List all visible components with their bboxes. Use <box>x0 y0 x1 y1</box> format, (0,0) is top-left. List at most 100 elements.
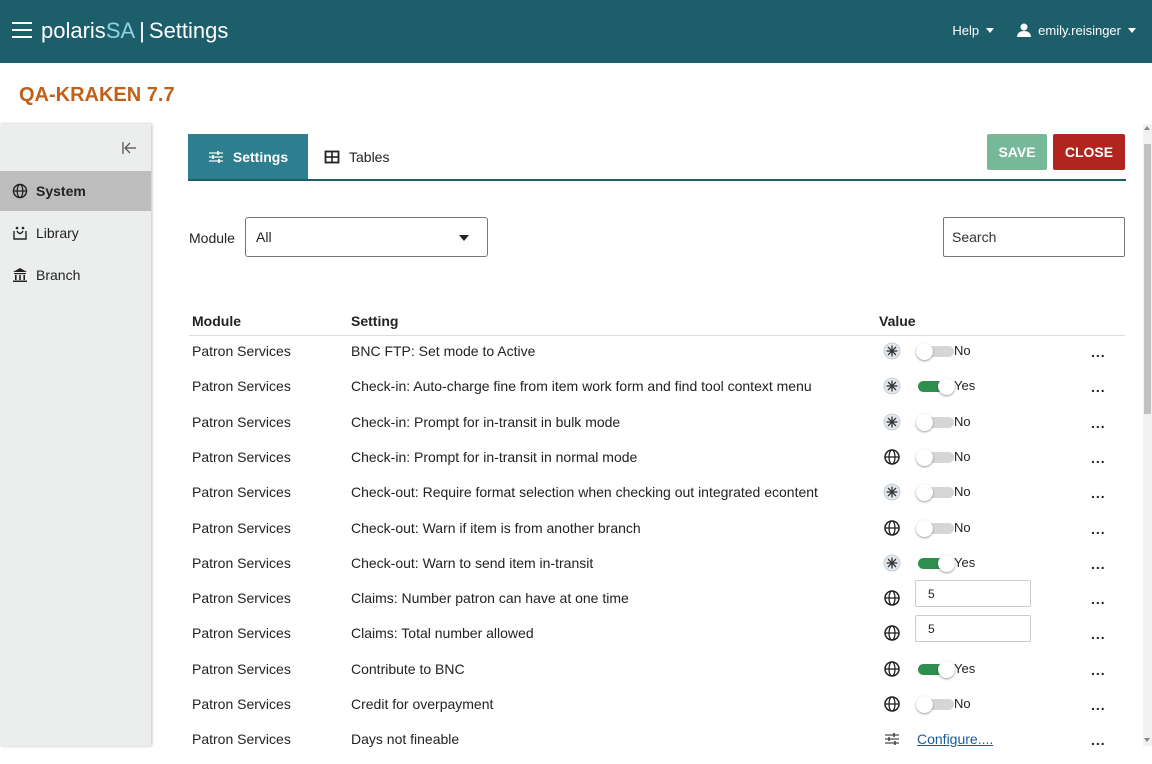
app-brand: polarisSA | Settings <box>41 18 228 44</box>
caret-down-icon <box>1128 27 1136 33</box>
toggle-label: Yes <box>954 378 976 393</box>
sidebar-item-branch[interactable]: Branch <box>0 255 151 295</box>
row-more-options[interactable]: ... <box>1091 450 1106 466</box>
row-more-options[interactable]: ... <box>1091 415 1106 431</box>
row-more-options[interactable]: ... <box>1091 556 1106 572</box>
sidebar-item-label: System <box>36 183 86 199</box>
module-select-value: All <box>256 229 272 245</box>
cell-setting: Contribute to BNC <box>351 661 465 677</box>
row-more-options[interactable]: ... <box>1091 379 1106 395</box>
toggle-label: No <box>954 696 971 711</box>
sliders-icon <box>208 150 223 163</box>
globe-icon <box>883 448 901 466</box>
toggle-knob <box>938 378 955 395</box>
hamburger-menu-icon[interactable] <box>12 22 32 40</box>
cell-setting: Days not fineable <box>351 731 460 747</box>
help-menu[interactable]: Help <box>952 22 995 38</box>
tab-tables[interactable]: Tables <box>324 134 389 179</box>
close-button[interactable]: CLOSE <box>1053 134 1125 170</box>
cell-module: Patron Services <box>192 449 291 465</box>
cell-module: Patron Services <box>192 378 291 394</box>
hub-icon <box>883 483 901 501</box>
library-icon <box>13 226 27 240</box>
globe-icon <box>12 183 28 199</box>
hub-icon <box>883 413 901 431</box>
scrollbar[interactable] <box>1143 124 1152 746</box>
cell-module: Patron Services <box>192 484 291 500</box>
brand-polaris: polaris <box>41 18 106 43</box>
toggle-label: No <box>954 520 971 535</box>
toggle-label: Yes <box>954 555 976 570</box>
scroll-down-arrow-icon[interactable] <box>1144 738 1150 742</box>
module-select[interactable]: All <box>245 217 488 257</box>
module-filter-label: Module <box>189 230 235 246</box>
configure-link[interactable]: Configure.... <box>917 731 993 747</box>
tab-settings[interactable]: Settings <box>188 134 308 179</box>
number-input-value: 5 <box>928 586 935 601</box>
cell-setting: Check-out: Require format selection when… <box>351 484 818 500</box>
cell-module: Patron Services <box>192 696 291 712</box>
cell-module: Patron Services <box>192 414 291 430</box>
toggle-knob <box>938 555 955 572</box>
globe-icon <box>883 695 901 713</box>
user-name: emily.reisinger <box>1038 22 1121 38</box>
column-header-setting: Setting <box>351 313 399 329</box>
sidebar-item-system[interactable]: System <box>0 171 151 211</box>
tab-label: Tables <box>349 148 390 165</box>
number-input-value: 5 <box>928 621 935 636</box>
row-more-options[interactable]: ... <box>1091 344 1106 360</box>
hub-icon <box>883 377 901 395</box>
table-row: Patron Services Check-out: Warn if item i… <box>189 518 1125 553</box>
table-row: Patron Services Check-out: Require format… <box>189 482 1125 517</box>
user-icon <box>1017 23 1032 37</box>
scroll-up-arrow-icon[interactable] <box>1144 126 1150 130</box>
cell-setting: Check-in: Prompt for in-transit in norma… <box>351 449 638 465</box>
globe-icon <box>883 660 901 678</box>
search-input[interactable] <box>943 217 1125 257</box>
cell-module: Patron Services <box>192 555 291 571</box>
setting-number-input[interactable]: 5 <box>915 580 1031 607</box>
help-label: Help <box>952 22 980 38</box>
globe-icon <box>883 624 901 642</box>
row-more-options[interactable]: ... <box>1091 732 1106 748</box>
cell-module: Patron Services <box>192 343 291 359</box>
scrollbar-thumb[interactable] <box>1144 144 1151 414</box>
branch-icon <box>13 268 27 282</box>
hub-icon <box>883 554 901 572</box>
cell-module: Patron Services <box>192 590 291 606</box>
sidebar: System Library Branch <box>0 124 151 746</box>
save-button[interactable]: SAVE <box>987 134 1047 170</box>
page-title: Settings <box>148 18 229 43</box>
brand-separator: | <box>139 18 145 43</box>
row-more-options[interactable]: ... <box>1091 521 1106 537</box>
top-bar: polarisSA | Settings Help emily.reisinger <box>0 0 1152 63</box>
table-row: Patron Services BNC FTP: Set mode to Acti… <box>189 341 1125 376</box>
cell-setting: Check-in: Prompt for in-transit in bulk … <box>351 414 621 430</box>
toggle-label: No <box>954 484 971 499</box>
dropdown-caret-icon <box>459 235 469 241</box>
hub-icon <box>883 342 901 360</box>
setting-number-input[interactable]: 5 <box>915 615 1031 642</box>
sidebar-item-label: Library <box>36 225 79 241</box>
cell-setting: Claims: Total number allowed <box>351 625 534 641</box>
user-menu[interactable]: emily.reisinger <box>1016 22 1136 38</box>
table-header: Module Setting Value <box>189 313 1125 336</box>
row-more-options[interactable]: ... <box>1091 591 1106 607</box>
row-more-options[interactable]: ... <box>1091 485 1106 501</box>
sidebar-item-library[interactable]: Library <box>0 213 151 253</box>
collapse-sidebar-icon[interactable] <box>121 140 137 156</box>
globe-icon <box>883 589 901 607</box>
toggle-label: Yes <box>954 661 976 676</box>
table-icon <box>324 150 340 163</box>
globe-icon <box>883 519 901 537</box>
row-more-options[interactable]: ... <box>1091 626 1106 642</box>
cell-module: Patron Services <box>192 731 291 747</box>
toggle-label: No <box>954 414 971 429</box>
brand-sa: SA <box>105 18 136 43</box>
instance-title: QA-KRAKEN 7.7 <box>19 84 175 106</box>
row-more-options[interactable]: ... <box>1091 697 1106 713</box>
cell-setting: BNC FTP: Set mode to Active <box>351 343 536 359</box>
toggle-knob <box>916 484 933 501</box>
table-row: Patron Services Contribute to BNC Yes... <box>189 659 1125 694</box>
row-more-options[interactable]: ... <box>1091 662 1106 678</box>
